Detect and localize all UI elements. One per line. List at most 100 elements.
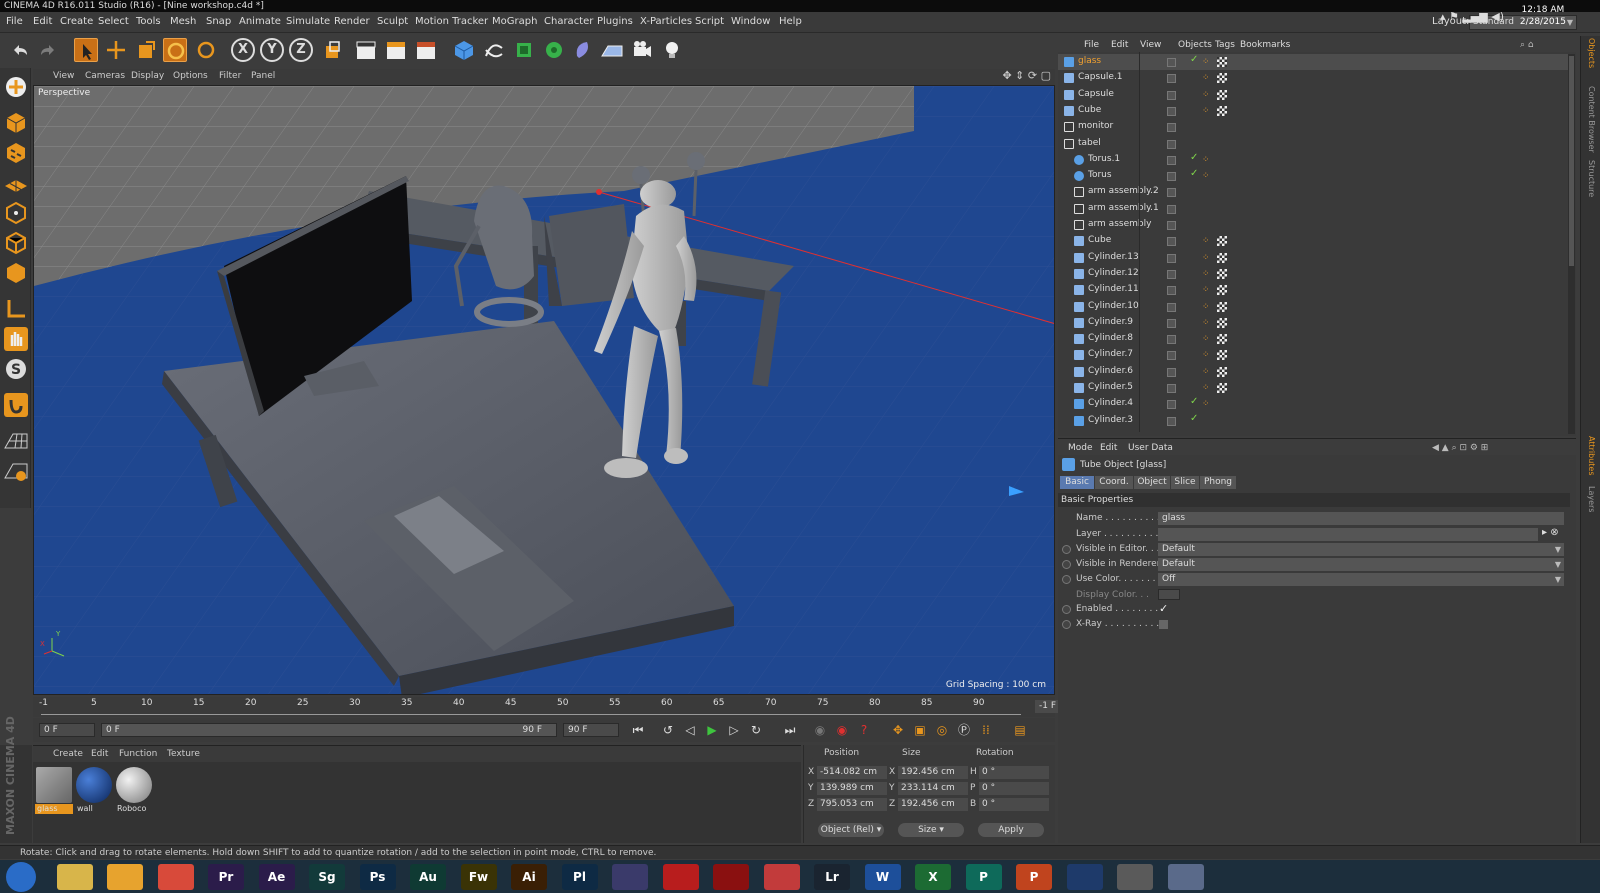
render-view-button[interactable] <box>354 38 378 62</box>
prelude-icon[interactable]: Pl <box>561 864 598 890</box>
rotation-h-field[interactable]: 0 ° <box>979 766 1049 779</box>
menu-sculpt[interactable]: Sculpt <box>377 16 408 27</box>
position-y-field[interactable]: 139.989 cm <box>817 782 887 795</box>
add-nurbs-button[interactable] <box>512 38 536 62</box>
add-deformer-button[interactable] <box>571 38 595 62</box>
menu-edit[interactable]: Edit <box>33 16 52 27</box>
phong-tag-icon[interactable]: ⁘ <box>1202 57 1212 67</box>
tab-attributes[interactable]: Attributes <box>1587 436 1596 476</box>
texture-mode-button[interactable] <box>3 140 29 166</box>
menu-select[interactable]: Select <box>98 16 129 27</box>
size-z-field[interactable]: 192.456 cm <box>898 798 968 811</box>
workplane-mode-button[interactable] <box>3 170 29 196</box>
size-x-field[interactable]: 192.456 cm <box>898 766 968 779</box>
after-effects-icon[interactable]: Ae <box>258 864 295 890</box>
object-row-cylinder-8[interactable]: Cylinder.8 ⁘ <box>1058 331 1570 347</box>
grid-lock-button[interactable] <box>3 428 29 454</box>
object-row-cube[interactable]: Cube ⁘ <box>1058 233 1570 249</box>
fireworks-icon[interactable]: Fw <box>460 864 497 890</box>
key-scale-icon[interactable]: ▣ <box>911 722 929 738</box>
zbrush-icon[interactable] <box>1117 864 1153 890</box>
object-row-cylinder-12[interactable]: Cylinder.12 ⁘ <box>1058 266 1570 282</box>
key-position-icon[interactable]: ✥ <box>889 722 907 738</box>
tab-content-browser[interactable]: Content Browser <box>1587 86 1596 153</box>
layer-browse-icon[interactable]: ▸ ⊗ <box>1542 527 1559 538</box>
material-glass[interactable]: glass <box>35 766 73 814</box>
z-axis-button[interactable]: Z <box>289 38 313 62</box>
model-mode-button[interactable] <box>3 110 29 136</box>
lightroom-icon[interactable]: Lr <box>814 864 850 890</box>
current-frame-field[interactable]: 0 F <box>39 723 95 737</box>
menu-motion-tracker[interactable]: Motion Tracker <box>415 16 488 27</box>
redo-button[interactable] <box>36 38 60 62</box>
obj-menu-view[interactable]: View <box>1140 40 1161 50</box>
texture-tag-icon[interactable] <box>1217 268 1227 279</box>
menu-mograph[interactable]: MoGraph <box>492 16 537 27</box>
layer-visibility-toggle[interactable] <box>1167 74 1176 84</box>
timeline-ruler[interactable]: -1 5 10 15 20 25 30 35 40 45 50 55 60 65… <box>33 697 1085 717</box>
layer-visibility-toggle[interactable] <box>1167 90 1176 100</box>
mat-menu-create[interactable]: Create <box>53 749 83 759</box>
photoshop-icon[interactable]: Ps <box>359 864 396 890</box>
apply-button[interactable]: Apply <box>978 823 1044 837</box>
obj-menu-bookmarks[interactable]: Bookmarks <box>1240 40 1290 50</box>
timeline-layout-icon[interactable]: ▤ <box>1011 722 1029 738</box>
system-tray-icons[interactable]: ▴ ⚑ ▂▄▆ ◀) <box>1440 10 1504 23</box>
layer-visibility-toggle[interactable] <box>1167 416 1176 426</box>
layer-field[interactable] <box>1158 528 1538 541</box>
menu-help[interactable]: Help <box>779 16 802 27</box>
tab-structure[interactable]: Structure <box>1587 160 1596 197</box>
texture-tag-icon[interactable] <box>1217 334 1227 345</box>
mat-menu-texture[interactable]: Texture <box>167 749 200 759</box>
publisher-icon[interactable]: P <box>965 864 1002 890</box>
previous-frame-icon[interactable]: ◁ <box>681 722 699 738</box>
display-color-swatch[interactable] <box>1158 589 1180 600</box>
play-icon[interactable]: ▶ <box>703 722 721 738</box>
tab-phong[interactable]: Phong <box>1200 476 1236 489</box>
app2-icon[interactable] <box>1167 864 1204 890</box>
next-frame-icon[interactable]: ▷ <box>725 722 743 738</box>
add-array-button[interactable] <box>542 38 566 62</box>
object-row-glass[interactable]: glass ✓ ⁘ <box>1058 54 1570 70</box>
layer-visibility-toggle[interactable] <box>1167 139 1176 149</box>
phong-tag-icon[interactable]: ⁘ <box>1202 383 1212 393</box>
phong-tag-icon[interactable]: ⁘ <box>1202 318 1212 328</box>
keyframe-selection-icon[interactable]: ? <box>855 722 873 738</box>
polygons-mode-button[interactable] <box>3 260 29 286</box>
next-key-icon[interactable]: ↻ <box>747 722 765 738</box>
search-icon[interactable]: ⌕ ⌂ <box>1520 40 1534 50</box>
render-settings-button[interactable] <box>414 38 438 62</box>
obj-menu-file[interactable]: File <box>1084 40 1099 50</box>
object-row-arm-assembly[interactable]: arm assembly <box>1058 217 1570 233</box>
points-mode-button[interactable] <box>3 200 29 226</box>
mat-menu-function[interactable]: Function <box>119 749 157 759</box>
size-mode-select[interactable]: Size ▾ <box>898 823 964 837</box>
layer-visibility-toggle[interactable] <box>1167 286 1176 296</box>
enabled-check[interactable]: ✓ <box>1190 413 1198 424</box>
layer-visibility-toggle[interactable] <box>1167 351 1176 361</box>
perspective-viewport[interactable]: Y X Perspective Grid Spacing : 100 cm <box>33 85 1055 695</box>
object-row-cylinder-4[interactable]: Cylinder.4 ✓ ⁘ <box>1058 396 1570 412</box>
snapping-button[interactable]: S <box>3 356 29 382</box>
texture-tag-icon[interactable] <box>1217 105 1227 116</box>
app-icon[interactable] <box>612 864 648 890</box>
illustrator-icon[interactable]: Ai <box>511 864 547 890</box>
cinema4d-icon[interactable] <box>1066 864 1103 890</box>
object-row-cylinder-9[interactable]: Cylinder.9 ⁘ <box>1058 315 1570 331</box>
mat-menu-edit[interactable]: Edit <box>91 749 108 759</box>
vp-menu-cameras[interactable]: Cameras <box>85 71 125 81</box>
texture-tag-icon[interactable] <box>1217 236 1227 247</box>
excel-icon[interactable]: X <box>915 864 951 890</box>
object-scrollbar[interactable] <box>1568 54 1575 434</box>
chrome-icon[interactable] <box>157 864 194 890</box>
make-editable-button[interactable] <box>3 74 29 100</box>
texture-tag-icon[interactable] <box>1217 285 1227 296</box>
rotate-button[interactable] <box>163 38 187 62</box>
enabled-check[interactable]: ✓ <box>1190 396 1198 407</box>
phong-tag-icon[interactable]: ⁘ <box>1202 269 1212 279</box>
coordinate-system-button[interactable] <box>320 38 344 62</box>
key-rotation-icon[interactable]: ◎ <box>933 722 951 738</box>
layer-visibility-toggle[interactable] <box>1167 172 1176 182</box>
menu-x-particles[interactable]: X-Particles <box>640 16 692 27</box>
object-row-capsule[interactable]: Capsule ⁘ <box>1058 87 1570 103</box>
